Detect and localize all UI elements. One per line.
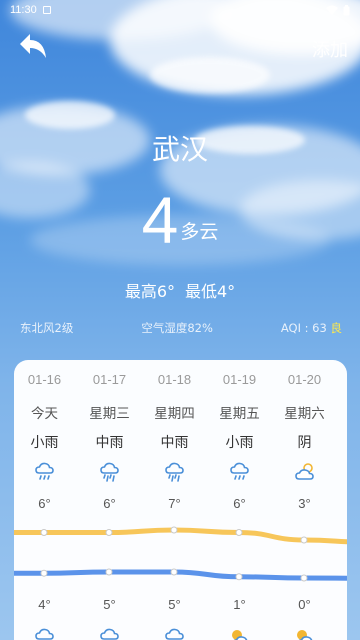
forecast-day[interactable]: 01-17 星期三中雨 6° 5° — [77, 360, 142, 640]
forecast-day[interactable]: 01-16 今天小雨 6° 4° — [14, 360, 77, 640]
battery-icon — [343, 4, 350, 15]
high-temperature-point — [40, 529, 48, 536]
forecast-weekday: 星期五 — [219, 406, 260, 422]
weather-details: 东北风2级 空气湿度82% AQI : 63 良 — [20, 320, 342, 336]
forecast-date: 01-17 — [92, 372, 127, 387]
current-weather: 4 多云 — [0, 180, 360, 260]
aqi-level: 良 — [330, 321, 342, 335]
light-rain-icon — [207, 460, 272, 484]
rain-icon — [142, 626, 207, 640]
forecast-high: 7° — [168, 496, 181, 511]
wind-info: 东北风2级 — [20, 321, 74, 335]
partly-cloudy-icon — [207, 626, 272, 640]
forecast-weather: 中雨 — [160, 435, 189, 451]
rain-icon — [77, 626, 142, 640]
high-temperature-point — [235, 529, 243, 536]
forecast-weather: 中雨 — [95, 435, 124, 451]
forecast-weather: 阴 — [297, 435, 312, 451]
forecast-columns: 01-16 今天小雨 6° 4° 01-17 星期三中雨 6° 5° 01-18 星期四中雨 7° 5… — [14, 360, 347, 640]
forecast-high: 3° — [298, 496, 311, 511]
current-condition: 多云 — [180, 221, 219, 243]
status-time: 11:30 — [10, 4, 37, 16]
humidity-info: 空气湿度82% — [141, 321, 213, 335]
forecast-low: 4° — [38, 597, 51, 612]
low-temperature-line — [14, 569, 347, 581]
forecast-low: 5° — [168, 597, 181, 612]
low-temperature-point — [235, 573, 243, 581]
aqi-value: AQI : 63 — [280, 321, 327, 335]
notification-icon — [42, 6, 51, 14]
forecast-date: 01-18 — [157, 372, 192, 387]
forecast-weekday: 今天 — [31, 406, 58, 422]
aqi-info: AQI : 63 良 — [281, 320, 342, 336]
forecast-weekday: 星期四 — [154, 406, 195, 422]
high-temperature-line — [14, 527, 347, 545]
low-temperature-point — [40, 569, 48, 577]
overcast-icon — [272, 460, 337, 484]
high-temperature-point — [105, 529, 113, 536]
forecast-card[interactable]: 01-16 今天小雨 6° 4° 01-17 星期三中雨 6° 5° 01-18 星期四中雨 7° 5… — [14, 360, 347, 640]
forecast-high: 6° — [233, 496, 246, 511]
high-temperature-point — [170, 526, 178, 534]
high-low-temperature: 最高6° 最低4° — [0, 278, 360, 302]
forecast-day[interactable]: 01-18 星期四中雨 7° 5° — [142, 360, 207, 640]
forecast-weekday: 星期六 — [284, 406, 325, 422]
forecast-high: 6° — [103, 496, 116, 511]
forecast-low: 5° — [103, 597, 116, 612]
rain-icon — [14, 626, 77, 640]
forecast-low: 0° — [298, 597, 311, 612]
today-low: 最低4° — [185, 282, 236, 301]
forecast-day[interactable]: 01-19 星期五小雨 6° 1° — [207, 360, 272, 640]
add-city-button[interactable]: 添加 — [312, 36, 348, 62]
forecast-date: 01-16 — [27, 372, 62, 387]
temperature-trend-chart — [14, 526, 347, 582]
forecast-low: 1° — [233, 597, 246, 612]
low-temperature-point — [170, 568, 178, 576]
moderate-rain-icon — [142, 460, 207, 484]
forecast-weather: 小雨 — [225, 435, 254, 451]
forecast-high: 6° — [38, 496, 51, 511]
wifi-icon — [326, 5, 338, 15]
current-temperature: 4 — [141, 183, 179, 257]
high-temperature-point — [300, 536, 308, 544]
forecast-date: 01-20 — [287, 372, 322, 387]
forecast-weather: 小雨 — [30, 435, 59, 451]
status-bar: 11:30 — [0, 0, 360, 20]
partly-cloudy-icon — [272, 626, 337, 640]
forecast-weekday: 星期三 — [89, 406, 130, 422]
today-high: 最高6° — [124, 282, 175, 301]
forecast-day[interactable]: 01-20 星期六阴 3° 0° — [272, 360, 337, 640]
forecast-date: 01-19 — [222, 372, 257, 387]
moderate-rain-icon — [77, 460, 142, 484]
low-temperature-point — [105, 568, 113, 576]
low-temperature-point — [300, 574, 308, 582]
light-rain-icon — [14, 460, 77, 484]
back-button[interactable] — [16, 32, 50, 62]
city-name: 武汉 — [151, 133, 208, 166]
